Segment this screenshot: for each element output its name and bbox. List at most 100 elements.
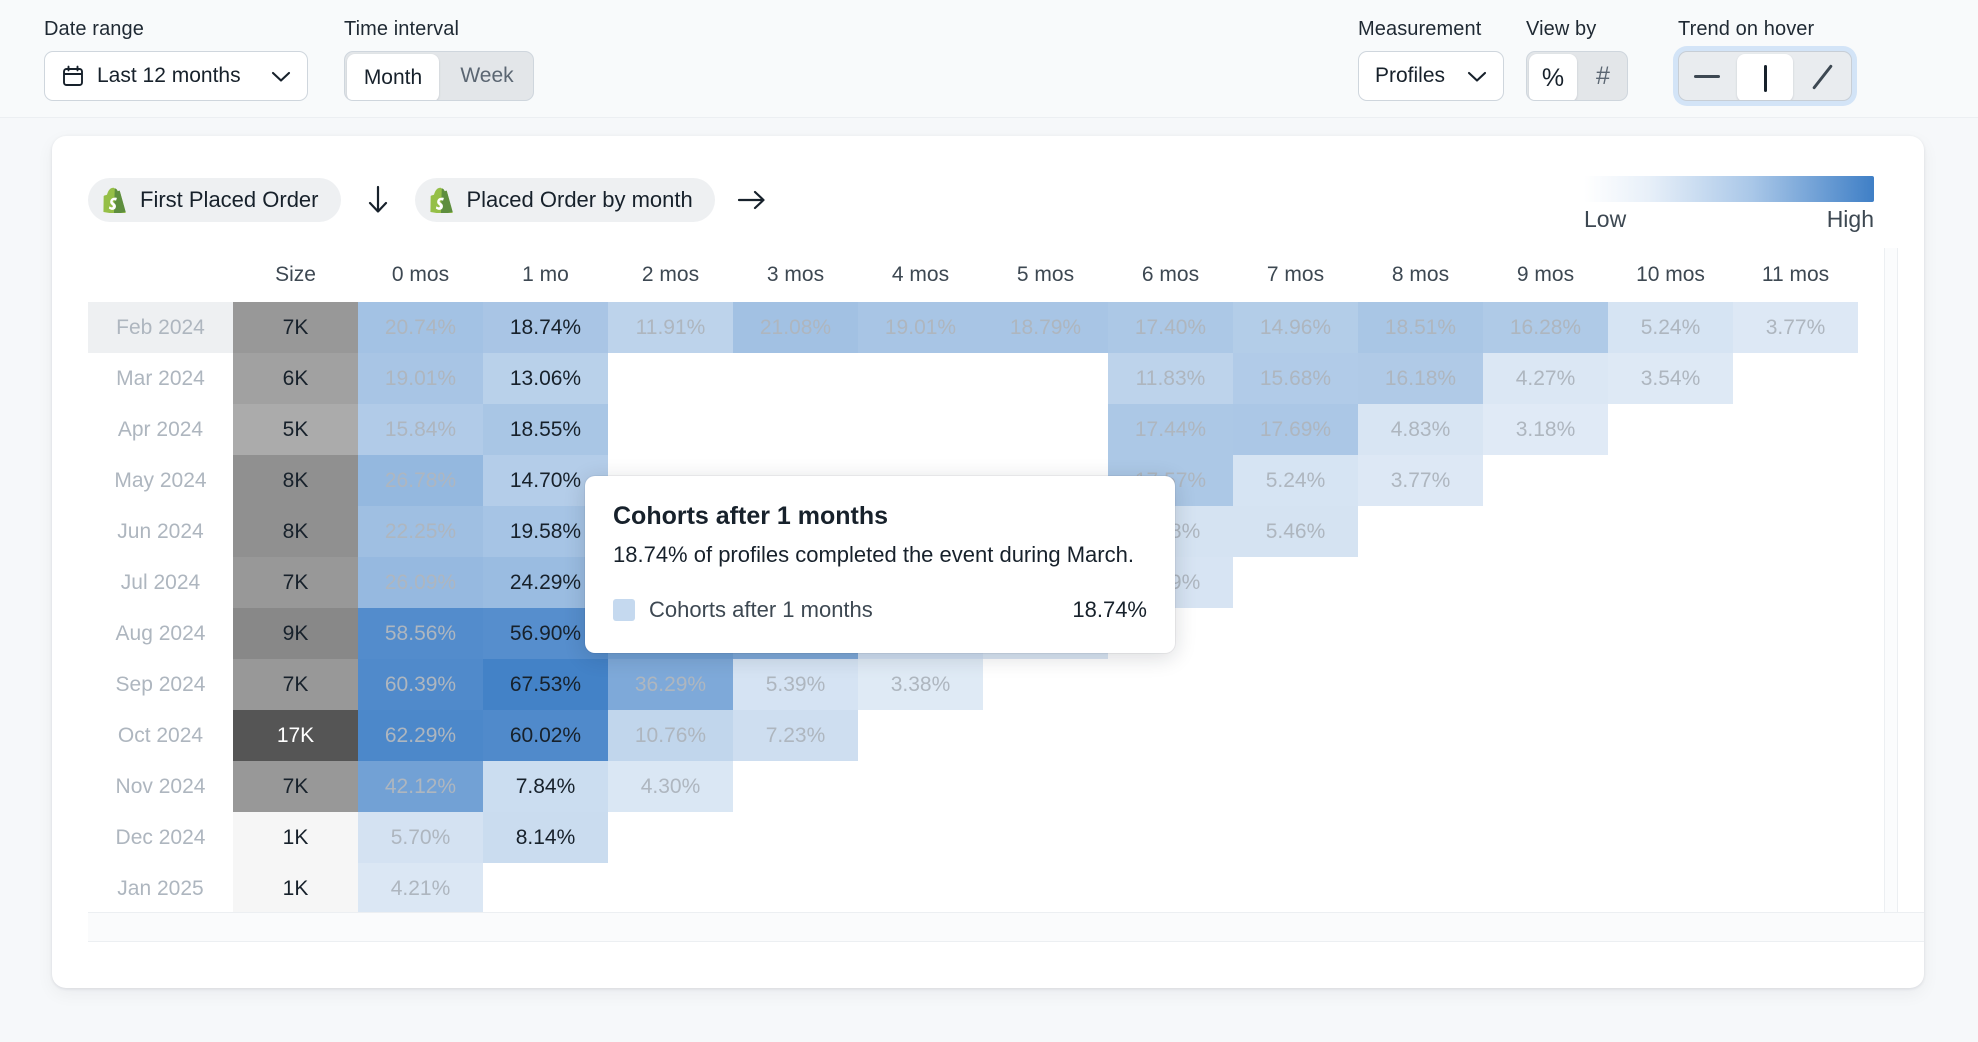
cell-value[interactable]: 5.24% [1608,302,1733,353]
cell-value[interactable]: 3.77% [1358,455,1483,506]
cell-value[interactable]: 26.78% [358,455,483,506]
cell-value[interactable]: 3.77% [1733,302,1858,353]
cell-size[interactable]: 7K [233,557,358,608]
cell-size[interactable]: 8K [233,506,358,557]
table-row[interactable]: Mar 20246K19.01%13.06% 11.83%15.68%16.18%… [88,353,1858,404]
row-header-aug-2024[interactable]: Aug 2024 [88,608,233,659]
col-header-1-mo[interactable]: 1 mo [483,248,608,302]
row-header-nov-2024[interactable]: Nov 2024 [88,761,233,812]
cell-value[interactable]: 19.01% [858,302,983,353]
col-header-0-mos[interactable]: 0 mos [358,248,483,302]
time-interval-option-week[interactable]: Week [441,52,533,100]
cell-value[interactable]: 16.28% [1483,302,1608,353]
time-interval-segmented[interactable]: Month Week [344,51,534,101]
time-interval-option-month[interactable]: Month [347,54,439,101]
cell-value[interactable]: 18.74% [483,302,608,353]
col-header-4-mos[interactable]: 4 mos [858,248,983,302]
cell-value[interactable]: 62.29% [358,710,483,761]
view-by-segmented[interactable]: % # [1526,51,1628,101]
chip-placed-order-by-month[interactable]: Placed Order by month [415,178,715,222]
trend-option-diagonal[interactable] [1795,52,1851,100]
cell-value[interactable]: 60.02% [483,710,608,761]
table-row[interactable]: Dec 20241K5.70%8.14% [88,812,1858,863]
cell-size[interactable]: 9K [233,608,358,659]
col-header-3-mos[interactable]: 3 mos [733,248,858,302]
row-header-dec-2024[interactable]: Dec 2024 [88,812,233,863]
col-header-5-mos[interactable]: 5 mos [983,248,1108,302]
horizontal-scrollbar[interactable] [88,912,1924,942]
table-row[interactable]: Apr 20245K15.84%18.55% 17.44%17.69%4.83%3… [88,404,1858,455]
cell-value[interactable]: 5.46% [1233,506,1358,557]
cell-size[interactable]: 7K [233,659,358,710]
cell-value[interactable]: 60.39% [358,659,483,710]
cell-value[interactable]: 17.69% [1233,404,1358,455]
cell-value[interactable]: 21.08% [733,302,858,353]
view-by-option-number[interactable]: # [1579,52,1627,100]
measurement-select[interactable]: Profiles [1358,51,1504,101]
row-header-apr-2024[interactable]: Apr 2024 [88,404,233,455]
cell-value[interactable]: 36.29% [608,659,733,710]
col-header-size[interactable]: Size [233,248,358,302]
cell-value[interactable]: 5.39% [733,659,858,710]
cell-value[interactable]: 17.44% [1108,404,1233,455]
table-row[interactable]: Nov 20247K42.12%7.84%4.30% [88,761,1858,812]
col-header-6-mos[interactable]: 6 mos [1108,248,1233,302]
trend-option-flat[interactable] [1679,52,1735,100]
cell-value[interactable]: 8.14% [483,812,608,863]
cell-value[interactable]: 3.54% [1608,353,1733,404]
date-range-select[interactable]: Last 12 months [44,51,308,101]
view-by-option-percent[interactable]: % [1529,54,1577,101]
col-header-10-mos[interactable]: 10 mos [1608,248,1733,302]
cell-value[interactable]: 7.84% [483,761,608,812]
cell-value[interactable]: 18.79% [983,302,1108,353]
col-header-11-mos[interactable]: 11 mos [1733,248,1858,302]
row-header-mar-2024[interactable]: Mar 2024 [88,353,233,404]
row-header-feb-2024[interactable]: Feb 2024 [88,302,233,353]
cell-size[interactable]: 17K [233,710,358,761]
trend-option-vertical[interactable] [1737,54,1793,101]
row-header-jan-2025[interactable]: Jan 2025 [88,863,233,914]
cell-value[interactable]: 18.51% [1358,302,1483,353]
row-header-may-2024[interactable]: May 2024 [88,455,233,506]
cell-value[interactable]: 15.68% [1233,353,1358,404]
cell-value[interactable]: 18.55% [483,404,608,455]
cell-value[interactable]: 4.21% [358,863,483,914]
chip-first-placed-order[interactable]: First Placed Order [88,178,341,222]
cell-value[interactable]: 4.30% [608,761,733,812]
table-row[interactable]: Oct 202417K62.29%60.02%10.76%7.23% [88,710,1858,761]
cell-value[interactable]: 16.18% [1358,353,1483,404]
cell-value[interactable]: 19.01% [358,353,483,404]
cell-size[interactable]: 5K [233,404,358,455]
cell-value[interactable]: 67.53% [483,659,608,710]
cell-value[interactable]: 13.06% [483,353,608,404]
cell-value[interactable]: 11.91% [608,302,733,353]
table-row[interactable]: Jan 20251K4.21% [88,863,1858,914]
row-header-sep-2024[interactable]: Sep 2024 [88,659,233,710]
cell-size[interactable]: 6K [233,353,358,404]
cell-size[interactable]: 7K [233,761,358,812]
row-header-jun-2024[interactable]: Jun 2024 [88,506,233,557]
cell-value[interactable]: 22.25% [358,506,483,557]
table-row[interactable]: Sep 20247K60.39%67.53%36.29%5.39%3.38% [88,659,1858,710]
trend-on-hover-segmented[interactable] [1678,51,1852,101]
cell-value[interactable]: 58.56% [358,608,483,659]
col-header-8-mos[interactable]: 8 mos [1358,248,1483,302]
cell-value[interactable]: 14.96% [1233,302,1358,353]
col-header-2-mos[interactable]: 2 mos [608,248,733,302]
row-header-jul-2024[interactable]: Jul 2024 [88,557,233,608]
table-row[interactable]: Feb 20247K20.74%18.74%11.91%21.08%19.01%… [88,302,1858,353]
cell-value[interactable]: 3.18% [1483,404,1608,455]
cell-value[interactable]: 10.76% [608,710,733,761]
cell-size[interactable]: 8K [233,455,358,506]
row-header-oct-2024[interactable]: Oct 2024 [88,710,233,761]
cell-value[interactable]: 15.84% [358,404,483,455]
cell-value[interactable]: 20.74% [358,302,483,353]
cell-value[interactable]: 17.40% [1108,302,1233,353]
cell-value[interactable]: 26.09% [358,557,483,608]
cell-size[interactable]: 1K [233,812,358,863]
cell-value[interactable]: 5.24% [1233,455,1358,506]
cell-value[interactable]: 11.83% [1108,353,1233,404]
cell-size[interactable]: 7K [233,302,358,353]
cell-size[interactable]: 1K [233,863,358,914]
cell-value[interactable]: 4.83% [1358,404,1483,455]
